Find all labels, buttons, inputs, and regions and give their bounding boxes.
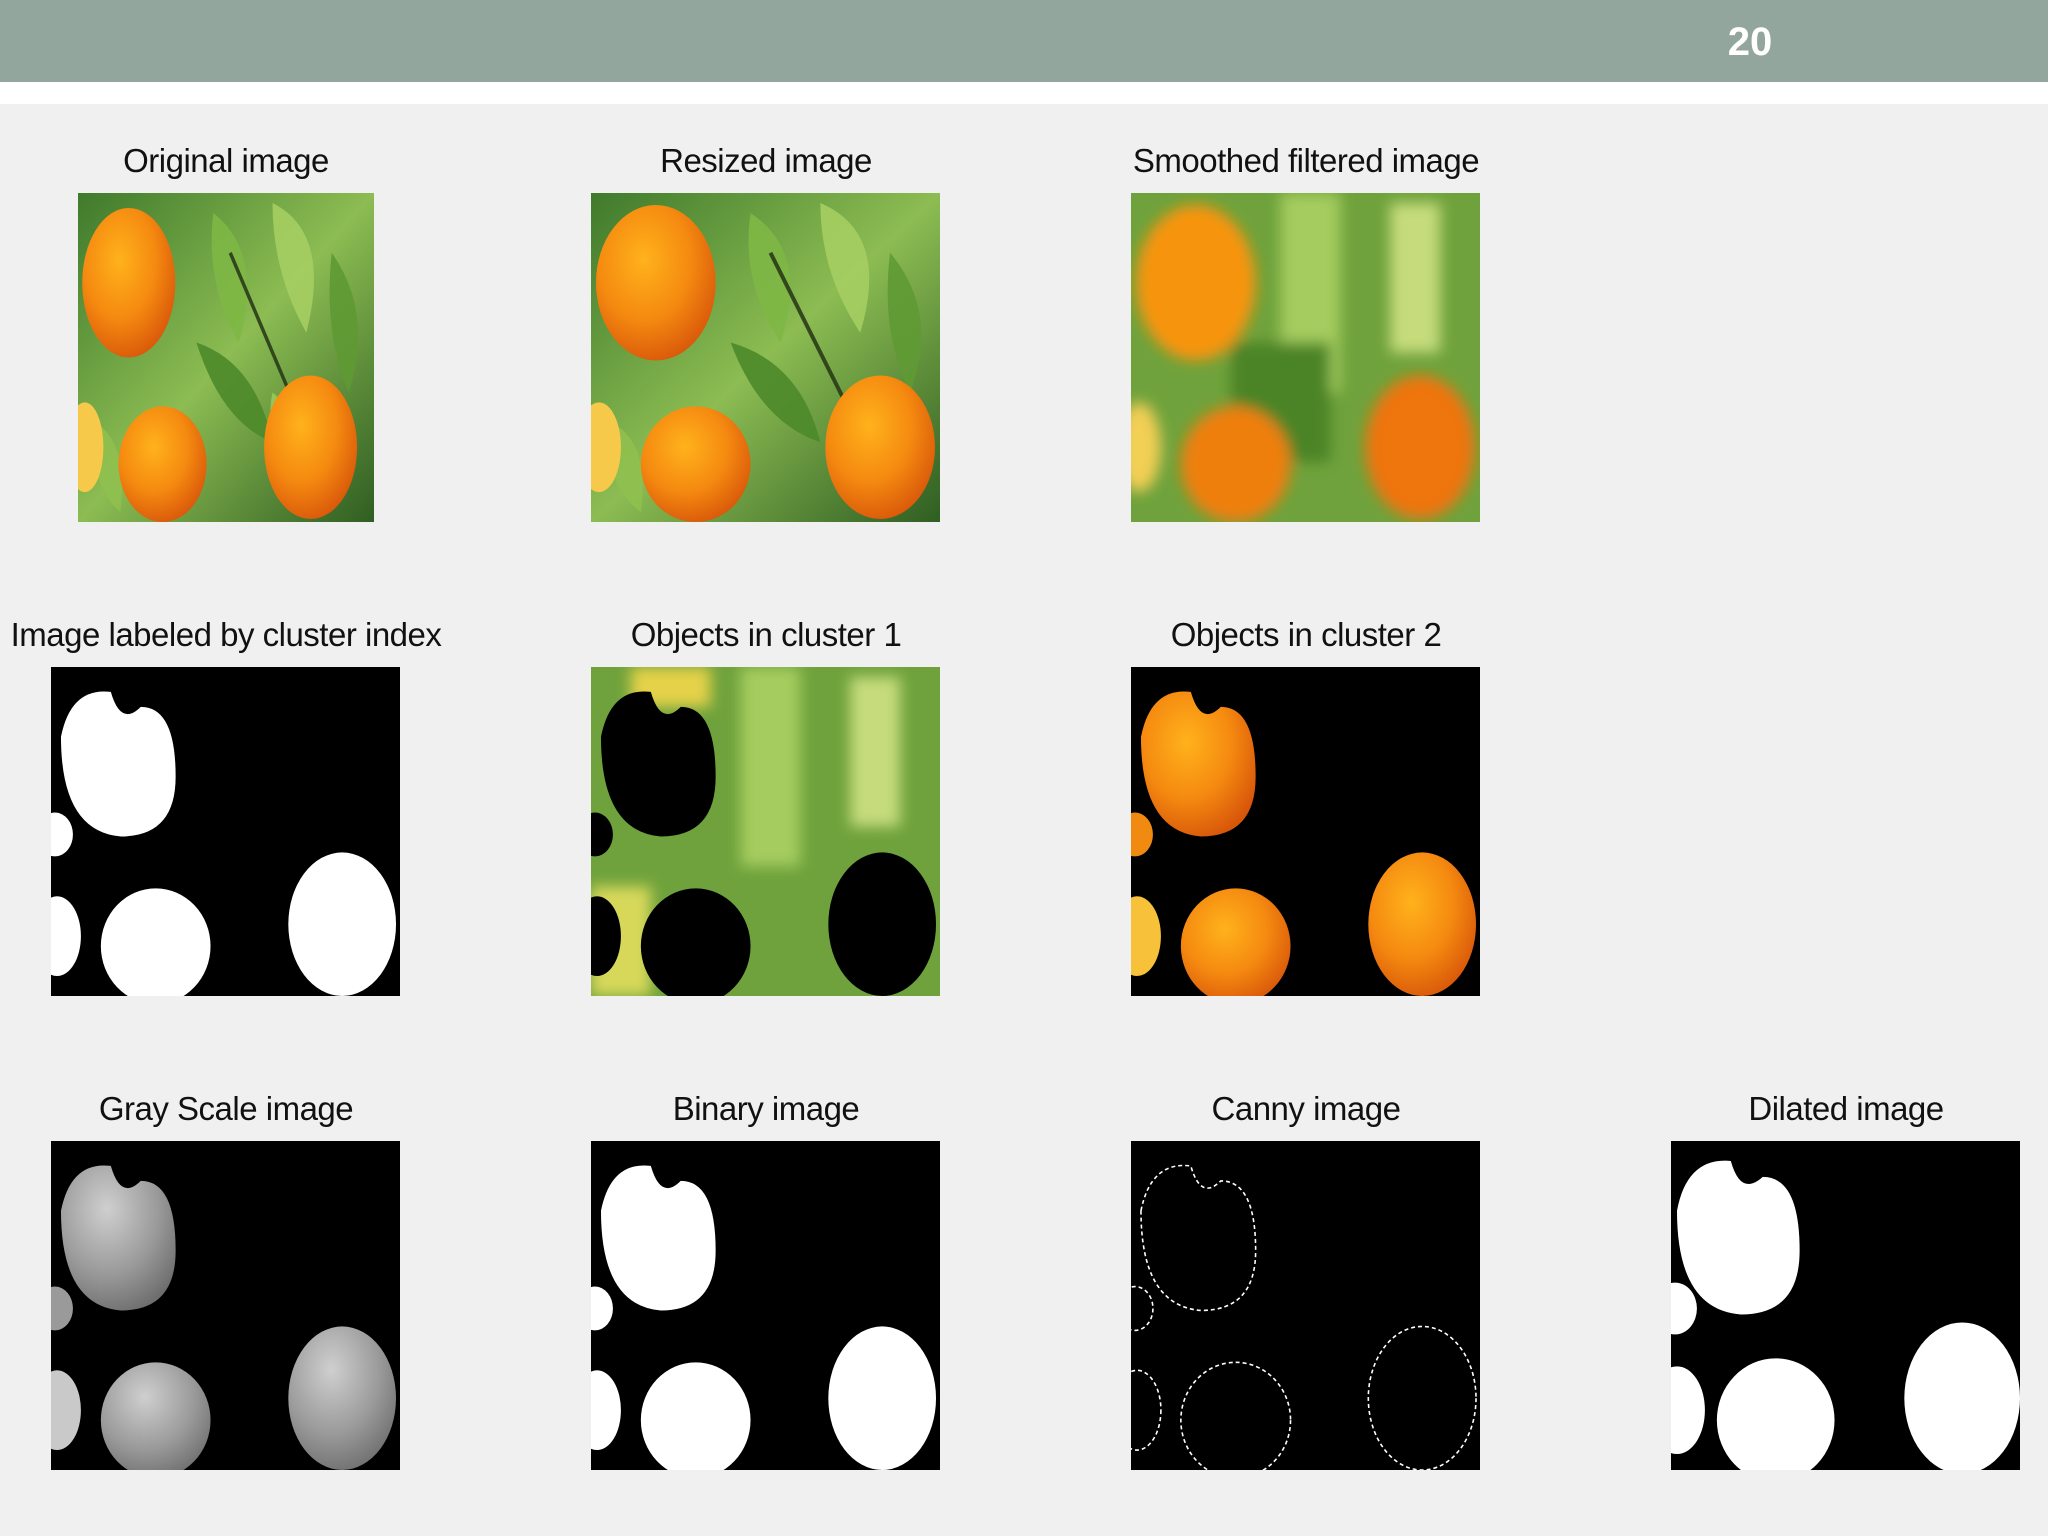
panel-title-labeled: Image labeled by cluster index bbox=[10, 616, 442, 653]
panel-title-resized: Resized image bbox=[660, 142, 872, 179]
cluster-labeled-image bbox=[51, 667, 400, 996]
panel-title-original: Original image bbox=[123, 142, 329, 179]
panel-title-cluster2: Objects in cluster 2 bbox=[1170, 616, 1442, 653]
canny-image bbox=[1131, 1141, 1480, 1470]
original-image bbox=[78, 193, 374, 522]
panel-title-canny: Canny image bbox=[1211, 1090, 1401, 1127]
slide-header-divider bbox=[0, 82, 2048, 104]
smoothed-filtered-image bbox=[1131, 193, 1480, 522]
panel-title-cluster1: Objects in cluster 1 bbox=[630, 616, 902, 653]
page-number: 20 bbox=[1727, 20, 1773, 64]
binary-image bbox=[591, 1141, 940, 1470]
panel-title-dilated: Dilated image bbox=[1748, 1090, 1944, 1127]
cluster-1-image bbox=[591, 667, 940, 996]
panel-title-grayscale: Gray Scale image bbox=[98, 1090, 354, 1127]
dilated-image bbox=[1671, 1141, 2020, 1470]
panel-title-smoothed: Smoothed filtered image bbox=[1132, 142, 1480, 179]
grayscale-image bbox=[51, 1141, 400, 1470]
cluster-2-image bbox=[1131, 667, 1480, 996]
panel-title-binary: Binary image bbox=[672, 1090, 860, 1127]
resized-image bbox=[591, 193, 940, 522]
